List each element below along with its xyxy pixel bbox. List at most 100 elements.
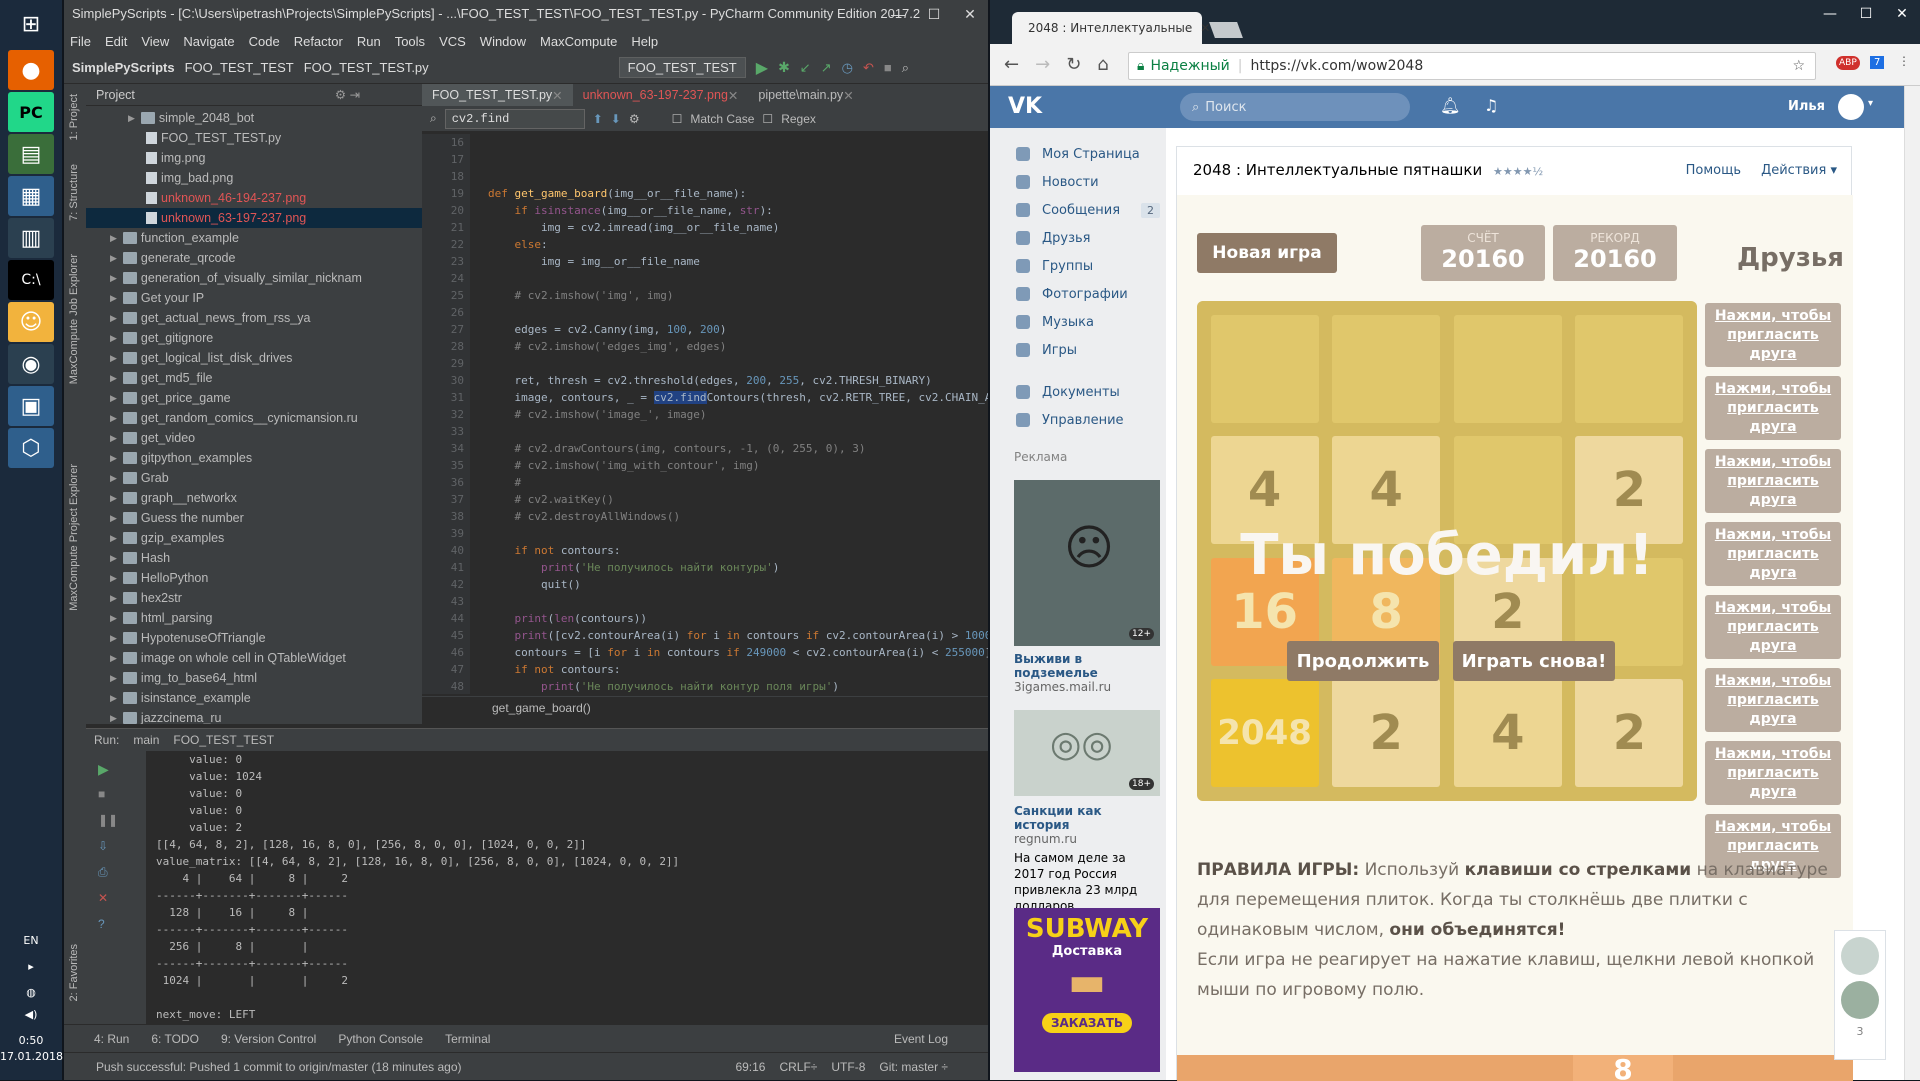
line-separator[interactable]: CRLF÷ xyxy=(779,1060,817,1074)
expand-arrow-icon[interactable]: ▶ xyxy=(110,273,117,284)
page-scrollbar[interactable] xyxy=(1904,86,1920,1080)
reload-icon[interactable]: ↻ xyxy=(1066,54,1081,75)
project-tree-item[interactable]: unknown_46-194-237.png xyxy=(86,188,422,208)
expand-arrow-icon[interactable]: ▶ xyxy=(110,333,117,344)
menu-run[interactable]: Run xyxy=(357,34,381,49)
structure-tool-tab[interactable]: 7: Structure xyxy=(68,164,80,221)
project-tree-item[interactable]: ▶ gzip_examples xyxy=(86,528,422,548)
project-tree-item[interactable]: ▶ simple_2048_bot xyxy=(86,108,422,128)
volume-icon[interactable]: ◀) xyxy=(0,1008,62,1021)
app-icon[interactable]: ▥ xyxy=(8,218,54,258)
continue-button[interactable]: Продолжить xyxy=(1287,641,1439,681)
expand-arrow-icon[interactable]: ▶ xyxy=(110,253,117,264)
run-tab-main[interactable]: main xyxy=(133,733,159,747)
project-explorer-tab[interactable]: MaxCompute Project Explorer xyxy=(68,464,80,611)
project-tree-item[interactable]: ▶ get_price_game xyxy=(86,388,422,408)
invite-friend-button[interactable]: Нажми, чтобы пригласить друга xyxy=(1705,668,1841,732)
expand-arrow-icon[interactable]: ▶ xyxy=(110,533,117,544)
close-tab-icon[interactable]: ✕ xyxy=(728,88,738,103)
vcs-commit-icon[interactable]: ↗ xyxy=(821,60,832,76)
cursor-position[interactable]: 69:16 xyxy=(735,1060,765,1074)
expand-arrow-icon[interactable]: ▶ xyxy=(110,233,117,244)
help-icon[interactable]: ? xyxy=(98,917,105,931)
vk-menu-item[interactable]: Друзья xyxy=(990,224,1166,252)
expand-arrow-icon[interactable]: ▶ xyxy=(110,653,117,664)
chevron-down-icon[interactable]: ▾ xyxy=(1868,98,1873,109)
extension-icon[interactable]: 7 xyxy=(1870,56,1885,69)
project-tree-item[interactable]: ▶ jazzcinema_ru xyxy=(86,708,422,724)
expand-arrow-icon[interactable]: ▶ xyxy=(110,633,117,644)
project-tree-item[interactable]: unknown_63-197-237.png xyxy=(86,208,422,228)
tool-window-tab[interactable]: Terminal xyxy=(445,1032,490,1046)
new-tab-button[interactable] xyxy=(1209,22,1243,38)
editor-tab[interactable]: unknown_63-197-237.png ✕ xyxy=(573,84,749,106)
panel-settings-icon[interactable]: ⚙ ⇥ xyxy=(335,87,360,102)
project-tree-item[interactable]: ▶ get_md5_file xyxy=(86,368,422,388)
prev-occurrence-icon[interactable]: ⬆ xyxy=(593,112,603,126)
clock-date[interactable]: 17.01.2018 xyxy=(0,1050,63,1063)
expand-arrow-icon[interactable]: ▶ xyxy=(110,673,117,684)
minimize-button[interactable]: — xyxy=(1812,0,1848,28)
project-tree-item[interactable]: ▶ hex2str xyxy=(86,588,422,608)
minimize-button[interactable]: — xyxy=(880,0,916,28)
close-button[interactable]: ✕ xyxy=(952,0,988,28)
breadcrumb-folder[interactable]: FOO_TEST_TEST xyxy=(185,60,294,75)
run-config-select[interactable]: FOO_TEST_TEST xyxy=(618,57,746,78)
chrome-menu-icon[interactable]: ⋮ xyxy=(1898,54,1910,68)
tool-window-tab[interactable]: 6: TODO xyxy=(151,1032,199,1046)
breadcrumb-root[interactable]: SimplePyScripts xyxy=(72,60,175,75)
revert-icon[interactable]: ↶ xyxy=(863,60,874,76)
rating-stars[interactable]: ★★★★½ xyxy=(1493,165,1543,178)
find-input[interactable]: cv2.find xyxy=(444,108,585,129)
back-icon[interactable]: ← xyxy=(1004,54,1019,75)
invite-friend-button[interactable]: Нажми, чтобы пригласить друга xyxy=(1705,303,1841,367)
notifications-bell-icon[interactable]: 🔔︎ xyxy=(1440,96,1460,115)
project-tree-item[interactable]: ▶ img_to_base64_html xyxy=(86,668,422,688)
ad-block[interactable]: ◎◎ 18+ Санкции как история regnum.ru На … xyxy=(1014,710,1160,914)
omnibox[interactable]: 🔒︎ Надежный | https://vk.com/wow2048 ☆ xyxy=(1128,52,1816,80)
run-tab-foo[interactable]: FOO_TEST_TEST xyxy=(173,733,274,747)
project-tree-item[interactable]: ▶ isinstance_example xyxy=(86,688,422,708)
next-occurrence-icon[interactable]: ⬇ xyxy=(611,112,621,126)
app-icon[interactable]: ▤ xyxy=(8,134,54,174)
url-text[interactable]: https://vk.com/wow2048 xyxy=(1251,58,1424,74)
vk-menu-item[interactable]: Сообщения 2 xyxy=(990,196,1166,224)
expand-arrow-icon[interactable]: ▶ xyxy=(110,553,117,564)
vk-menu-item[interactable]: Моя Страница xyxy=(990,140,1166,168)
project-tool-tab[interactable]: 1: Project xyxy=(68,94,80,140)
bookmark-star-icon[interactable]: ☆ xyxy=(1792,58,1805,74)
vk-menu-item[interactable]: Фотографии xyxy=(990,280,1166,308)
project-tree-item[interactable]: ▶ generate_qrcode xyxy=(86,248,422,268)
stop-icon[interactable]: ■ xyxy=(884,60,892,75)
stop-icon[interactable]: ■ xyxy=(98,787,105,801)
match-case-checkbox[interactable]: ☐ xyxy=(672,112,683,126)
menu-edit[interactable]: Edit xyxy=(105,34,127,49)
file-encoding[interactable]: UTF-8 xyxy=(831,1060,865,1074)
invite-friend-button[interactable]: Нажми, чтобы пригласить друга xyxy=(1705,595,1841,659)
project-tree-item[interactable]: FOO_TEST_TEST.py xyxy=(86,128,422,148)
menu-navigate[interactable]: Navigate xyxy=(183,34,234,49)
app-icon[interactable]: ☺ xyxy=(8,302,54,342)
expand-arrow-icon[interactable]: ▶ xyxy=(110,453,117,464)
menu-file[interactable]: File xyxy=(70,34,91,49)
project-tree-item[interactable]: ▶ image on whole cell in QTableWidget xyxy=(86,648,422,668)
expand-arrow-icon[interactable]: ▶ xyxy=(110,593,117,604)
vcs-history-icon[interactable]: ◷ xyxy=(842,60,853,76)
user-name[interactable]: Илья xyxy=(1788,99,1825,114)
help-link[interactable]: Помощь xyxy=(1686,163,1741,178)
expand-arrow-icon[interactable]: ▶ xyxy=(128,113,135,124)
project-tree-item[interactable]: ▶ generation_of_visually_similar_nicknam xyxy=(86,268,422,288)
browser-tab[interactable]: 2048 : Интеллектуальные ✕ xyxy=(1012,12,1210,44)
close-tab-icon[interactable]: ✕ xyxy=(552,88,562,103)
menu-tools[interactable]: Tools xyxy=(395,34,425,49)
tool-window-tab[interactable]: 9: Version Control xyxy=(221,1032,316,1046)
invite-friend-button[interactable]: Нажми, чтобы пригласить друга xyxy=(1705,449,1841,513)
editor-tab[interactable]: pipette\main.py ✕ xyxy=(748,84,863,106)
expand-arrow-icon[interactable]: ▶ xyxy=(110,713,117,724)
project-tree-item[interactable]: ▶ Hash xyxy=(86,548,422,568)
expand-arrow-icon[interactable]: ▶ xyxy=(110,613,117,624)
vk-search-input[interactable]: ⌕ Поиск xyxy=(1180,93,1410,121)
ad-title[interactable]: Санкции как история xyxy=(1014,804,1160,832)
menu-maxcompute[interactable]: MaxCompute xyxy=(540,34,617,49)
code-editor[interactable]: 16 17 18 19 20 21 22 23 24 25 26 27 28 29 30 31 32 33 34 35… xyxy=(422,134,988,710)
